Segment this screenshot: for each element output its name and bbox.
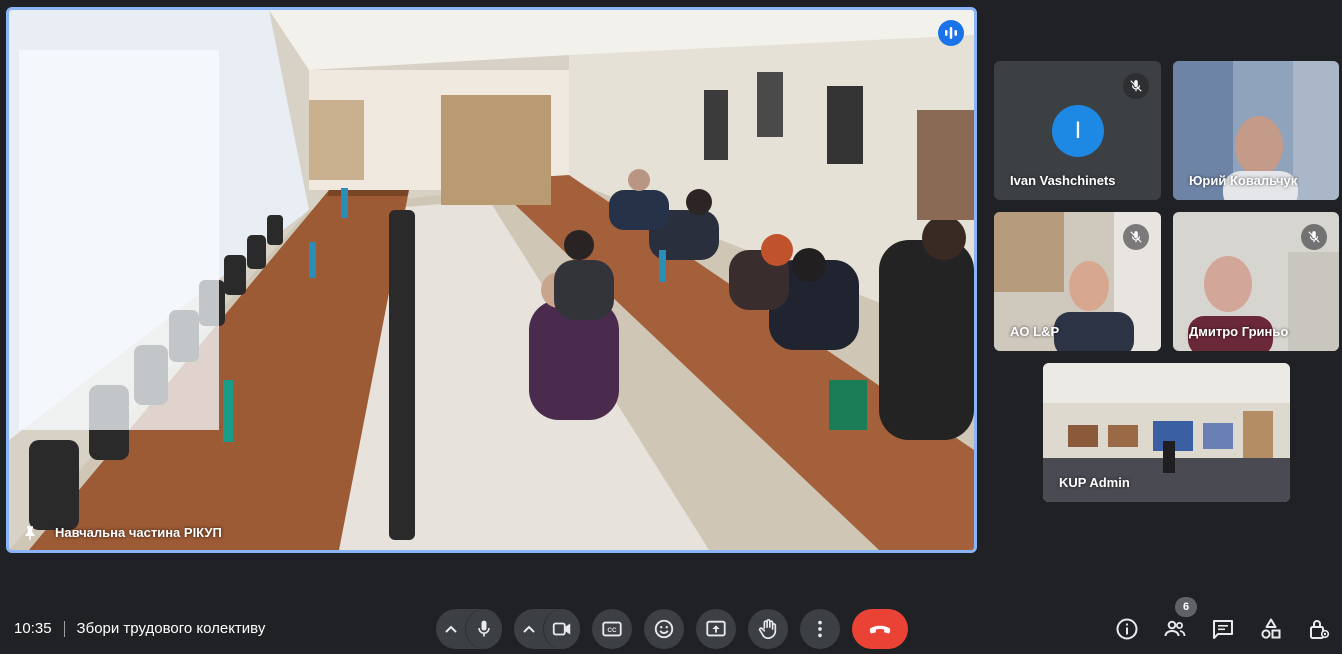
main-video-feed xyxy=(9,10,974,550)
mic-off-icon xyxy=(1123,73,1149,99)
host-controls-button[interactable] xyxy=(1306,616,1332,642)
avatar: I xyxy=(1052,105,1104,157)
meeting-time: 10:35 xyxy=(14,620,52,637)
participant-name: Ivan Vashchinets xyxy=(1010,173,1116,188)
leave-call-button[interactable] xyxy=(852,609,908,649)
mic-icon xyxy=(478,620,490,637)
info-icon xyxy=(1116,618,1138,640)
more-options-button[interactable] xyxy=(800,609,840,649)
mic-off-icon xyxy=(1301,224,1327,250)
participant-name: Юрий Ковальчук xyxy=(1189,173,1298,188)
camera-icon xyxy=(552,622,571,636)
present-icon xyxy=(706,620,726,637)
participant-name: AO L&P xyxy=(1010,324,1060,339)
mic-control xyxy=(436,609,502,649)
participant-tile-ao-lp[interactable]: AO L&P xyxy=(994,212,1161,351)
mic-button[interactable] xyxy=(466,609,502,649)
chevron-up-icon[interactable] xyxy=(514,609,544,649)
participant-name: Дмитро Гриньо xyxy=(1189,324,1289,339)
host-controls-icon xyxy=(1310,620,1330,639)
chat-icon xyxy=(1213,620,1233,639)
emoji-icon xyxy=(654,619,674,639)
camera-control xyxy=(514,609,580,649)
pin-icon[interactable] xyxy=(21,524,39,542)
raise-hand-button[interactable] xyxy=(748,609,788,649)
people-button[interactable] xyxy=(1162,616,1188,642)
meeting-info: 10:35 Збори трудового колективу xyxy=(14,620,265,637)
mic-off-icon xyxy=(1123,224,1149,250)
speaking-indicator-icon xyxy=(938,20,964,46)
svg-text:CC: CC xyxy=(607,627,617,634)
raise-hand-icon xyxy=(758,619,777,639)
hang-up-icon xyxy=(869,625,891,634)
captions-button[interactable]: CC xyxy=(592,609,632,649)
participant-tile-dmytro[interactable]: Дмитро Гриньо xyxy=(1173,212,1339,351)
participant-name: KUP Admin xyxy=(1059,475,1130,490)
camera-button[interactable] xyxy=(544,609,580,649)
participant-tile-yurii[interactable]: Юрий Ковальчук xyxy=(1173,61,1339,200)
people-count-badge: 6 xyxy=(1175,597,1197,617)
participant-tile-kup-admin[interactable]: KUP Admin xyxy=(1043,363,1290,502)
emoji-button[interactable] xyxy=(644,609,684,649)
participant-tile-ivan[interactable]: I Ivan Vashchinets xyxy=(994,61,1161,200)
chat-button[interactable] xyxy=(1210,616,1236,642)
meeting-details-button[interactable] xyxy=(1114,616,1140,642)
main-tile-name: Навчальна частина РІКУП xyxy=(55,525,222,540)
activities-button[interactable] xyxy=(1258,616,1284,642)
divider xyxy=(63,620,65,637)
more-options-icon xyxy=(818,620,822,638)
activities-icon xyxy=(1261,618,1281,639)
people-icon xyxy=(1164,620,1186,637)
chevron-up-icon[interactable] xyxy=(436,609,466,649)
main-video-tile[interactable]: Навчальна частина РІКУП xyxy=(6,7,977,553)
captions-icon: CC xyxy=(602,621,622,637)
meeting-title: Збори трудового колективу xyxy=(76,620,266,637)
present-button[interactable] xyxy=(696,609,736,649)
